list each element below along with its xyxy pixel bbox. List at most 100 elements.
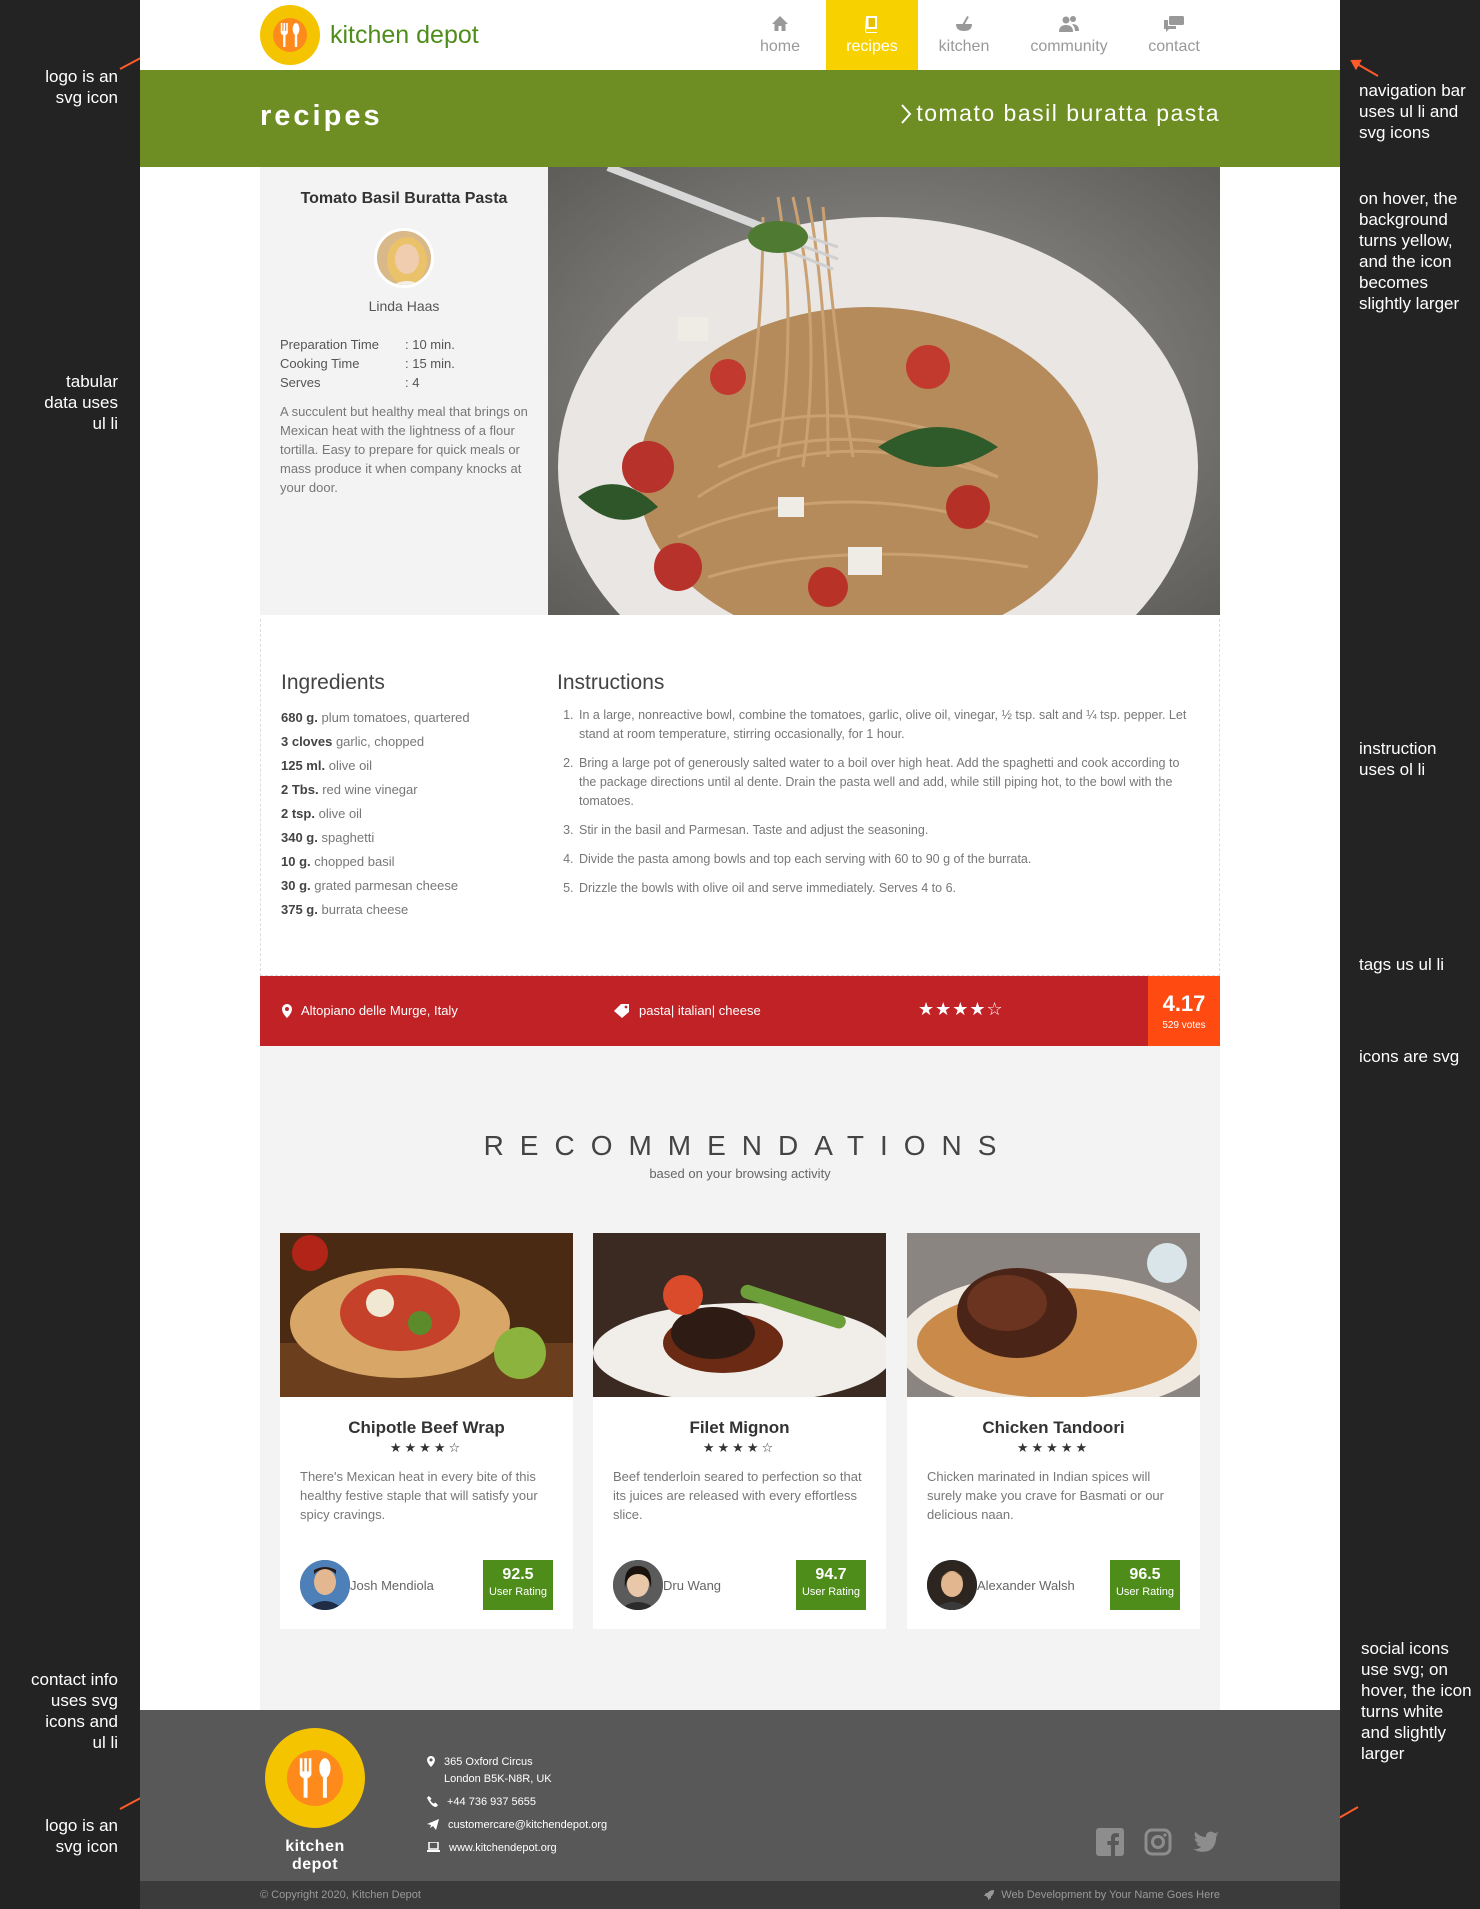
ingredient-qty: 125 ml. <box>281 758 326 773</box>
instructions-heading: Instructions <box>557 671 665 694</box>
user-rating-badge: 94.7 User Rating <box>796 1560 866 1610</box>
fact-value: : 10 min. <box>405 337 455 352</box>
recommendation-title: Chicken Tandoori <box>982 1418 1125 1437</box>
nav-recipes[interactable]: recipes <box>826 0 918 70</box>
ingredients-heading: Ingredients <box>281 671 385 694</box>
location-text: Altopiano delle Murge, Italy <box>301 1003 458 1018</box>
logo[interactable]: kitchen depot <box>260 5 479 65</box>
ingredient-name: spaghetti <box>321 830 375 845</box>
ingredient-qty: 680 g. <box>281 710 318 725</box>
recommendation-description: Chicken marinated in Indian spices will … <box>927 1469 1164 1522</box>
nav-label: kitchen <box>938 38 990 55</box>
star-rating[interactable]: ★★★★☆ <box>918 999 1004 1020</box>
ingredient-qty: 30 g. <box>281 878 311 893</box>
user-name: Alexander Walsh <box>977 1577 1075 1593</box>
phone-number: +44 736 937 5655 <box>447 1796 537 1808</box>
fact-key: Cooking Time <box>280 356 360 371</box>
contact-info: 365 Oxford Circus London B5K-N8R, UK +44 … <box>427 1754 607 1863</box>
breadcrumb[interactable]: tomato basil buratta pasta <box>900 100 1220 127</box>
nav-label: home <box>759 38 801 55</box>
recommendation-image <box>280 1233 573 1397</box>
instruction-step: Drizzle the bowls with olive oil and ser… <box>577 879 1191 898</box>
recipe-facts: Preparation Time: 10 min. Cooking Time: … <box>280 335 528 392</box>
ingredient-name: red wine vinegar <box>322 782 418 797</box>
header: kitchen depot home recipes kitchen commu… <box>140 0 1340 70</box>
ingredient-qty: 375 g. <box>281 902 318 917</box>
fact-row: Serves: 4 <box>280 373 528 392</box>
fact-key: Preparation Time <box>280 337 379 352</box>
nav-community[interactable]: community <box>1010 0 1128 70</box>
address-line-2: London B5K-N8R, UK <box>444 1773 552 1785</box>
tag-item[interactable]: italian <box>678 1003 712 1018</box>
recommendation-card[interactable]: Chipotle Beef Wrap ★★★★☆ There's Mexican… <box>280 1233 573 1629</box>
tag-list: pasta | italian | cheese <box>614 1003 761 1018</box>
tag-separator: | <box>711 1003 719 1018</box>
ingredient-item: 125 ml. olive oil <box>281 754 511 778</box>
ingredient-name: burrata cheese <box>321 902 409 917</box>
user-rating-badge: 92.5 User Rating <box>483 1560 553 1610</box>
author-avatar[interactable] <box>374 228 434 288</box>
tags-bar: Altopiano delle Murge, Italy pasta | ital… <box>260 976 1220 1046</box>
ingredient-item: 10 g. chopped basil <box>281 850 511 874</box>
tag-separator: | <box>670 1003 678 1018</box>
footer-logo[interactable]: kitchen depot <box>260 1728 370 1874</box>
recommendation-stars: ★★★★☆ <box>389 1441 464 1456</box>
ingredient-item: 340 g. spaghetti <box>281 826 511 850</box>
user-avatar <box>300 1560 350 1610</box>
recommendation-image <box>907 1233 1200 1397</box>
user-rating-label: User Rating <box>488 1586 548 1598</box>
recommendation-stars: ★★★★☆ <box>702 1441 777 1456</box>
send-icon <box>427 1819 439 1830</box>
recipe-summary: Tomato Basil Buratta Pasta Linda Haas Pr… <box>260 167 548 615</box>
tag-item[interactable]: pasta <box>639 1003 671 1018</box>
contact-phone[interactable]: +44 736 937 5655 <box>427 1794 607 1811</box>
ingredient-item: 375 g. burrata cheese <box>281 898 511 922</box>
rocket-icon <box>984 1890 995 1900</box>
nav-label: recipes <box>846 38 898 55</box>
instruction-step: Divide the pasta among bowls and top eac… <box>577 850 1191 869</box>
contact-address: 365 Oxford Circus London B5K-N8R, UK <box>427 1754 607 1788</box>
recipe-description: A succulent but healthy meal that brings… <box>280 404 528 495</box>
user-avatar <box>613 1560 663 1610</box>
page: kitchen depot home recipes kitchen commu… <box>140 0 1340 1909</box>
map-pin-icon <box>282 1003 292 1018</box>
bowl-icon <box>956 16 972 31</box>
nav-kitchen[interactable]: kitchen <box>918 0 1010 70</box>
nav-label: contact <box>1148 38 1200 55</box>
credit[interactable]: Web Development by Your Name Goes Here <box>983 1889 1220 1901</box>
twitter-icon[interactable] <box>1192 1828 1220 1856</box>
tag-item[interactable]: cheese <box>719 1003 761 1018</box>
annotation-tags: tags us ul li <box>1359 955 1445 974</box>
ingredient-item: 680 g. plum tomatoes, quartered <box>281 706 511 730</box>
contact-email[interactable]: customercare@kitchendepot.org <box>427 1817 607 1834</box>
ingredient-name: grated parmesan cheese <box>314 878 459 893</box>
annotation-logo-bottom: logo is an svg icon <box>45 1816 118 1856</box>
book-icon <box>865 16 877 33</box>
contact-website[interactable]: www.kitchendepot.org <box>427 1840 607 1857</box>
recommendations-heading: RECOMMENDATIONS <box>483 1130 1013 1161</box>
email-address: customercare@kitchendepot.org <box>448 1819 608 1831</box>
author-name: Linda Haas <box>368 298 440 314</box>
recipe-location[interactable]: Altopiano delle Murge, Italy <box>282 1003 458 1018</box>
logo-text: kitchen depot <box>330 20 479 49</box>
nav-contact[interactable]: contact <box>1128 0 1220 70</box>
annotation-logo-top: logo is an svg icon <box>45 67 118 107</box>
ingredient-qty: 2 tsp. <box>281 806 315 821</box>
footer-brand-name: kitchen depot <box>285 1838 345 1873</box>
chevron-right-icon <box>901 103 912 124</box>
instruction-step: Bring a large pot of generously salted w… <box>577 754 1191 811</box>
instructions-list: In a large, nonreactive bowl, combine th… <box>557 706 1191 898</box>
laptop-icon <box>427 1842 440 1852</box>
annotation-arrow <box>1351 60 1379 77</box>
recipe-title: Tomato Basil Buratta Pasta <box>300 190 508 207</box>
rating-score: 4.17 <box>1162 991 1206 1016</box>
instagram-icon[interactable] <box>1144 1828 1172 1856</box>
user-rating-value: 92.5 <box>502 1566 534 1583</box>
user-name: Dru Wang <box>663 1577 722 1593</box>
recommendation-card[interactable]: Chicken Tandoori ★★★★★ Chicken marinated… <box>907 1233 1200 1629</box>
recommendation-card[interactable]: Filet Mignon ★★★★☆ Beef tenderloin seare… <box>593 1233 886 1629</box>
ingredient-qty: 340 g. <box>281 830 318 845</box>
ingredient-item: 2 Tbs. red wine vinegar <box>281 778 511 802</box>
nav-home[interactable]: home <box>734 0 826 70</box>
facebook-icon[interactable] <box>1096 1828 1124 1856</box>
